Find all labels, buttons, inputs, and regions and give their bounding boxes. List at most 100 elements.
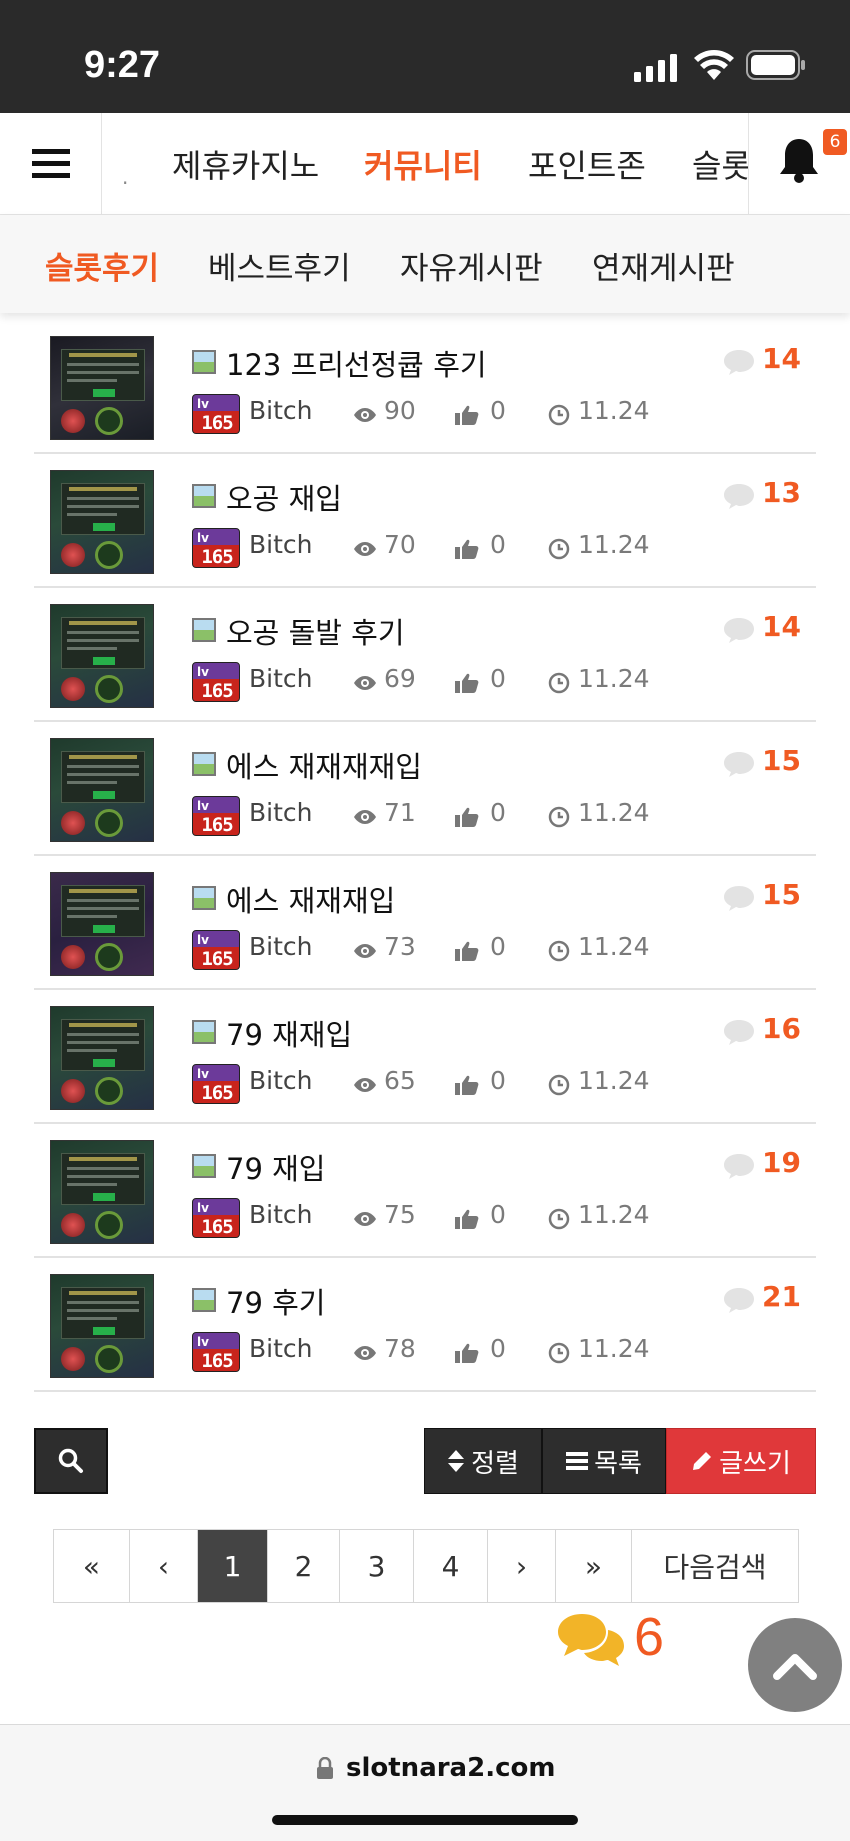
post-thumbnail[interactable] [50,470,154,574]
comment-bubble-icon [724,752,754,777]
post-author[interactable]: Bitch [249,1334,313,1363]
post-row[interactable]: 123 프리선정큡 후기 14 lv 165 Bitch 90 0 11.24 [34,320,816,454]
comment-count: 19 [762,1146,801,1179]
thumbnail-dialog-line [67,497,139,500]
view-count: 90 [384,396,416,425]
list-label: 목록 [594,1448,642,1479]
thumbnail-green-symbol [95,1211,123,1239]
tab-point-zone[interactable]: 포인트존 [528,141,646,187]
battery-icon [746,50,805,80]
post-author[interactable]: Bitch [249,1066,313,1095]
thumbnail-dialog-line [67,1317,117,1320]
thumbnail-dialog-line [67,765,139,768]
post-row[interactable]: 79 후기 21 lv 165 Bitch 78 0 11.24 [34,1258,816,1392]
notification-button[interactable]: 6 [748,113,850,214]
write-button[interactable]: 글쓰기 [666,1428,816,1494]
post-author[interactable]: Bitch [249,664,313,693]
last-page-button[interactable]: » [556,1530,632,1602]
post-thumbnail[interactable] [50,604,154,708]
comment-count: 14 [762,610,801,643]
post-thumbnail[interactable] [50,336,154,440]
tab-partner-casino[interactable]: 제휴카지노 [172,141,319,187]
scroll-hint-dot: . [122,165,129,189]
thumbs-up-icon [455,539,479,559]
post-thumbnail[interactable] [50,1006,154,1110]
prev-page-button[interactable]: ‹ [130,1530,198,1602]
url-text[interactable]: slotnara2.com [346,1753,555,1783]
sort-label: 정렬 [471,1448,519,1479]
thumbnail-dialog-line [67,781,117,784]
home-indicator[interactable] [272,1815,578,1825]
post-date: 11.24 [578,396,650,425]
level-badge: lv 165 [192,930,240,970]
post-title[interactable]: 79 후기 [226,1280,325,1322]
thumbnail-red-symbol [61,1079,85,1103]
like-count: 0 [490,664,506,693]
page-4-button[interactable]: 4 [414,1530,488,1602]
subnav-best-review[interactable]: 베스트후기 [208,243,351,288]
post-row[interactable]: 에스 재재재입 15 lv 165 Bitch 73 0 11.24 [34,856,816,990]
thumbnail-dialog-line [67,1301,139,1304]
thumbnail-green-symbol [95,407,123,435]
subnav-slot-review[interactable]: 슬롯후기 [45,243,159,288]
post-title[interactable]: 79 재입 [226,1146,325,1188]
post-title[interactable]: 에스 재재재재입 [226,744,422,786]
list-button[interactable]: 목록 [542,1428,666,1494]
level-number: 165 [193,411,239,433]
eye-icon [354,676,376,690]
thumbnail-dialog-title [69,1023,137,1027]
post-author[interactable]: Bitch [249,1200,313,1229]
hamburger-menu-button[interactable] [0,113,102,214]
post-title[interactable]: 오공 돌발 후기 [226,610,405,652]
post-title[interactable]: 123 프리선정큡 후기 [226,342,487,384]
comment-bubble-icon [724,484,754,509]
thumbnail-dialog-button [93,791,115,799]
thumbnail-green-symbol [95,541,123,569]
post-row[interactable]: 79 재재입 16 lv 165 Bitch 65 0 11.24 [34,990,816,1124]
image-attachment-icon [192,752,216,776]
post-author[interactable]: Bitch [249,396,313,425]
thumbnail-dialog-line [67,1183,117,1186]
level-badge: lv 165 [192,662,240,702]
subnav-free-board[interactable]: 자유게시판 [400,243,543,288]
post-date: 11.24 [578,798,650,827]
sort-icon [448,1450,465,1472]
first-page-button[interactable]: « [54,1530,130,1602]
post-row[interactable]: 에스 재재재재입 15 lv 165 Bitch 71 0 11.24 [34,722,816,856]
next-search-button[interactable]: 다음검색 [632,1530,798,1602]
post-author[interactable]: Bitch [249,798,313,827]
comment-count: 16 [762,1012,801,1045]
post-title[interactable]: 오공 재입 [226,476,342,518]
page-1-button[interactable]: 1 [198,1530,268,1602]
image-attachment-icon [192,484,216,508]
thumbnail-green-symbol [95,809,123,837]
post-row[interactable]: 오공 돌발 후기 14 lv 165 Bitch 69 0 11.24 [34,588,816,722]
tab-slot[interactable]: 슬롯 [692,141,748,187]
thumbnail-dialog-line [67,1041,139,1044]
post-title[interactable]: 79 재재입 [226,1012,352,1054]
post-date: 11.24 [578,1066,650,1095]
post-row[interactable]: 오공 재입 13 lv 165 Bitch 70 0 11.24 [34,454,816,588]
scroll-to-top-button[interactable] [748,1618,842,1712]
post-title[interactable]: 에스 재재재입 [226,878,395,920]
sort-button[interactable]: 정렬 [424,1428,542,1494]
post-row[interactable]: 79 재입 19 lv 165 Bitch 75 0 11.24 [34,1124,816,1258]
post-thumbnail[interactable] [50,738,154,842]
page-3-button[interactable]: 3 [340,1530,414,1602]
tab-community[interactable]: 커뮤니티 [364,141,482,187]
post-author[interactable]: Bitch [249,932,313,961]
thumbnail-green-symbol [95,1345,123,1373]
search-button[interactable] [34,1428,108,1494]
post-thumbnail[interactable] [50,1140,154,1244]
chat-float-button[interactable]: 6 [556,1606,696,1672]
thumbnail-dialog-line [67,1309,139,1312]
subnav-serial-board[interactable]: 연재게시판 [592,243,735,288]
thumbnail-dialog-title [69,621,137,625]
post-thumbnail[interactable] [50,1274,154,1378]
next-page-button[interactable]: › [488,1530,556,1602]
comment-count: 15 [762,878,801,911]
page-2-button[interactable]: 2 [268,1530,340,1602]
post-thumbnail[interactable] [50,872,154,976]
post-author[interactable]: Bitch [249,530,313,559]
thumbnail-dialog-title [69,1157,137,1161]
